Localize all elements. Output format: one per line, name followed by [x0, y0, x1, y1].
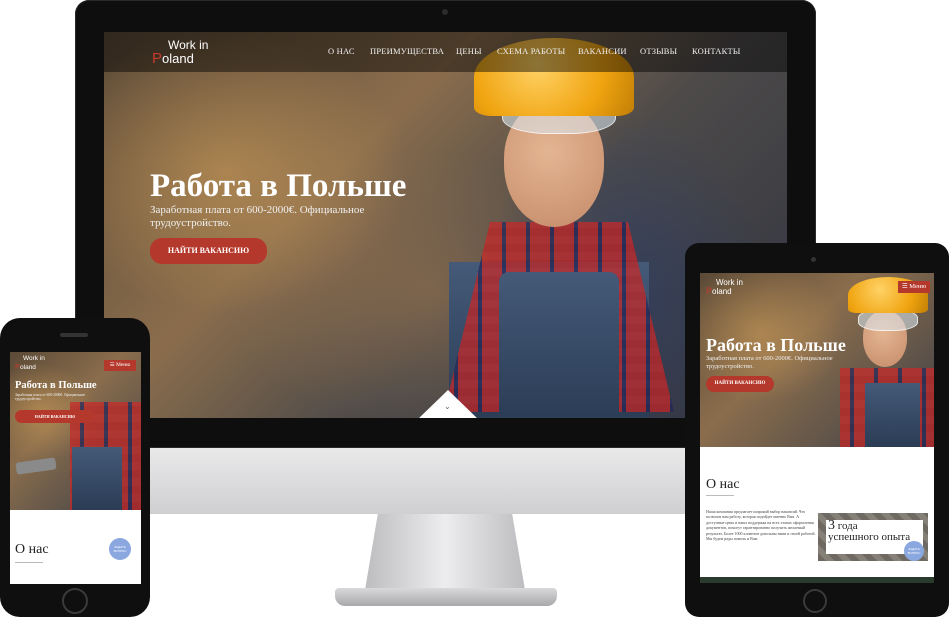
- find-vacancy-button[interactable]: НАЙТИ ВАКАНСИЮ: [150, 238, 267, 264]
- tablet-home-button: [803, 589, 827, 613]
- nav-work-scheme[interactable]: СХЕМА РАБОТЫ: [497, 46, 565, 56]
- ask-question-button[interactable]: ЗАДАТЬ ВОПРОС: [904, 541, 924, 561]
- menu-button[interactable]: ☰ Меню: [898, 281, 930, 293]
- phone-speaker: [60, 333, 88, 337]
- nav-vacancies[interactable]: ВАКАНСИИ: [578, 46, 627, 56]
- about-heading: О нас: [706, 477, 740, 492]
- imac-camera: [442, 9, 448, 15]
- imac-stand-foot: [335, 588, 557, 606]
- find-vacancy-button[interactable]: НАЙТИ ВАКАНСИЮ: [15, 410, 95, 423]
- next-section-strip: [700, 577, 934, 583]
- chevron-down-icon: ⌄: [444, 402, 451, 411]
- tablet-camera: [811, 257, 816, 262]
- site-logo[interactable]: Work in Poland: [706, 279, 743, 296]
- phone-site-screen: Work in Poland ☰ Меню Работа в Польше За…: [10, 352, 141, 584]
- menu-button[interactable]: ☰ Меню: [104, 360, 136, 371]
- about-divider: [706, 495, 734, 496]
- about-divider: [15, 562, 43, 563]
- phone-home-button: [62, 588, 88, 614]
- worker-bib: [72, 447, 122, 510]
- find-vacancy-button[interactable]: НАЙТИ ВАКАНСИЮ: [706, 376, 774, 392]
- hero-subtitle: Заработная плата от 600-2000€. Официальн…: [15, 393, 86, 402]
- site-logo[interactable]: Work in Poland: [15, 355, 45, 371]
- site-logo[interactable]: Work in Poland: [152, 39, 208, 66]
- phone-hero: Work in Poland ☰ Меню Работа в Польше За…: [10, 352, 141, 510]
- hero-title: Работа в Польше: [15, 380, 97, 391]
- site-navbar: Work in Poland О НАС ПРЕИМУЩЕСТВА ЦЕНЫ С…: [104, 32, 787, 72]
- logo-letter-p: P: [152, 50, 163, 67]
- worker-bib: [499, 272, 619, 418]
- about-heading: О нас: [15, 542, 49, 557]
- hero-title: Работа в Польше: [150, 168, 407, 204]
- logo-line2: oland: [712, 287, 732, 296]
- hero-title: Работа в Польше: [706, 335, 846, 355]
- hero-subtitle: Заработная плата от 600-2000€. Официальн…: [150, 204, 365, 229]
- nav-reviews[interactable]: ОТЗЫВЫ: [640, 46, 677, 56]
- tablet-in-hand: [15, 457, 57, 475]
- nav-prices[interactable]: ЦЕНЫ: [456, 46, 482, 56]
- ask-question-button[interactable]: ЗАДАТЬ ВОПРОС: [109, 538, 131, 560]
- tablet-site-screen: Work in Poland ☰ Меню Работа в Польше За…: [700, 273, 934, 583]
- worker-bib: [865, 383, 920, 447]
- nav-contacts[interactable]: КОНТАКТЫ: [692, 46, 741, 56]
- logo-line2: oland: [20, 363, 36, 371]
- hero-subtitle: Заработная плата от 600-2000€. Официальн…: [706, 355, 833, 370]
- nav-about[interactable]: О НАС: [328, 46, 355, 56]
- nav-advantages[interactable]: ПРЕИМУЩЕСТВА: [370, 46, 444, 56]
- about-paragraph: Наша компания предлагает широкий выбор в…: [706, 509, 816, 542]
- logo-line2: oland: [162, 51, 194, 66]
- imac-stand-neck: [365, 514, 525, 590]
- tablet-hero: Work in Poland ☰ Меню Работа в Польше За…: [700, 273, 934, 447]
